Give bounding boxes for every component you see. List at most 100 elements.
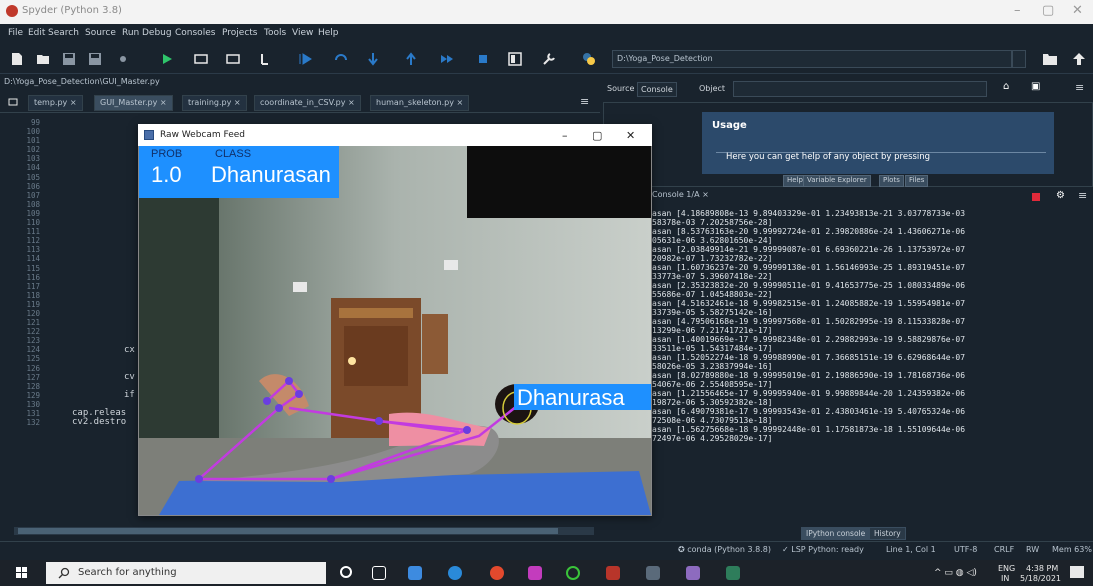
editor-tab-bar: temp.py × GUI_Master.py × training.py × …: [0, 91, 600, 113]
continue-icon[interactable]: [440, 52, 454, 66]
line-number: 130: [26, 399, 40, 409]
home-icon[interactable]: ⌂: [1003, 81, 1009, 92]
python-path-icon[interactable]: [582, 52, 596, 66]
window-title: Spyder (Python 3.8): [22, 5, 122, 16]
prob-value: 1.0: [151, 162, 182, 187]
editor-horizontal-scrollbar[interactable]: [14, 527, 594, 535]
open-folder-icon[interactable]: [36, 52, 50, 66]
line-number: 114: [26, 254, 40, 264]
task-view-icon[interactable]: [372, 566, 386, 580]
tab-coordinate-csv[interactable]: coordinate_in_CSV.py ×: [254, 95, 361, 111]
code-line: cv: [124, 371, 135, 382]
tray-time[interactable]: 4:38 PM: [1026, 564, 1058, 573]
minimize-button[interactable]: –: [1014, 3, 1021, 18]
save-icon[interactable]: [62, 52, 76, 66]
console-tab[interactable]: Console 1/A ×: [652, 190, 709, 199]
run-selection-icon[interactable]: [258, 52, 272, 66]
tab-temp[interactable]: temp.py ×: [28, 95, 83, 111]
wrench-icon[interactable]: [542, 52, 556, 66]
maximize-button[interactable]: ▢: [1042, 3, 1054, 18]
chrome-icon[interactable]: [490, 566, 504, 580]
menu-consoles[interactable]: Consoles: [175, 28, 215, 38]
console-line: asan [2.03849914e-21 9.99999087e-01 6.69…: [652, 245, 966, 254]
preferences-icon[interactable]: [116, 52, 130, 66]
menu-source[interactable]: Source: [85, 28, 116, 38]
working-directory-dropdown[interactable]: [1012, 50, 1026, 68]
menu-edit[interactable]: Edit: [28, 28, 45, 38]
tab-variable-explorer[interactable]: Variable Explorer: [803, 175, 871, 187]
interrupt-kernel-icon[interactable]: [1032, 193, 1040, 201]
run-icon[interactable]: [160, 52, 174, 66]
cursor-position: Line 1, Col 1: [886, 545, 936, 554]
new-file-icon[interactable]: [10, 52, 24, 66]
console-menu-icon[interactable]: ≡: [1078, 189, 1087, 202]
line-number: 118: [26, 290, 40, 300]
app-icon-1[interactable]: [528, 566, 542, 580]
step-into-icon[interactable]: [366, 52, 380, 66]
menu-tools[interactable]: Tools: [264, 28, 286, 38]
menu-view[interactable]: View: [292, 28, 313, 38]
webcam-feed: PROB CLASS 1.0 Dhanurasan Dhanurasa: [139, 146, 651, 515]
editor-options-icon[interactable]: ≡: [580, 95, 589, 108]
line-number: 110: [26, 218, 40, 228]
parent-directory-icon[interactable]: [1072, 52, 1086, 66]
tray-language[interactable]: ENG: [998, 564, 1015, 573]
webcam-close-button[interactable]: ✕: [626, 129, 635, 142]
menu-debug[interactable]: Debug: [142, 28, 172, 38]
code-line: if: [124, 390, 135, 400]
tab-history[interactable]: History: [869, 527, 906, 540]
conda-status: ✪ conda (Python 3.8.8): [678, 545, 772, 554]
webcam-maximize-button[interactable]: ▢: [592, 129, 602, 142]
code-line: cv2.destro: [72, 417, 127, 428]
browse-folder-icon[interactable]: [1042, 52, 1058, 66]
help-options-icon[interactable]: ≡: [1075, 81, 1084, 94]
working-directory-input[interactable]: D:\Yoga_Pose_Detection: [612, 50, 1012, 68]
console-line: asan [4.51632461e-18 9.99982515e-01 1.24…: [652, 299, 966, 308]
menu-projects[interactable]: Projects: [222, 28, 257, 38]
line-number: 101: [26, 136, 40, 146]
conda-status-text: conda (Python 3.8.8): [687, 545, 772, 554]
tab-gui-master-label: GUI_Master.py: [100, 98, 158, 107]
menu-run[interactable]: Run: [122, 28, 139, 38]
tab-plots[interactable]: Plots: [879, 175, 904, 187]
taskbar-search[interactable]: Search for anything: [46, 562, 326, 584]
notification-icon[interactable]: [1070, 566, 1084, 578]
app-icon-5[interactable]: [726, 566, 740, 580]
object-input[interactable]: [733, 81, 987, 97]
tray-icons[interactable]: ^ ▭ ◍ ◁): [934, 568, 977, 578]
app-icon-2[interactable]: [566, 566, 580, 580]
spyder-taskbar-icon[interactable]: [606, 566, 620, 580]
tab-human-skeleton[interactable]: human_skeleton.py ×: [370, 95, 470, 111]
step-icon[interactable]: [334, 52, 348, 66]
tray-date[interactable]: 5/18/2021: [1020, 574, 1061, 583]
step-return-icon[interactable]: [404, 52, 418, 66]
lock-icon[interactable]: ▣: [1031, 81, 1040, 92]
run-cell-icon[interactable]: [194, 52, 208, 66]
tab-files[interactable]: Files: [905, 175, 929, 187]
menu-file[interactable]: File: [8, 28, 23, 38]
app-icon-4[interactable]: [686, 566, 700, 580]
menu-search[interactable]: Search: [48, 28, 79, 38]
debug-icon[interactable]: [298, 52, 312, 66]
run-cell-advance-icon[interactable]: [226, 52, 240, 66]
windows-start-icon[interactable]: [16, 567, 28, 579]
webcam-minimize-button[interactable]: –: [562, 129, 568, 142]
tab-training[interactable]: training.py ×: [182, 95, 247, 111]
browse-tabs-icon[interactable]: [8, 97, 18, 107]
object-label: Object: [699, 84, 726, 93]
maximize-pane-icon[interactable]: [508, 52, 522, 66]
menu-help[interactable]: Help: [318, 28, 339, 38]
app-icon-3[interactable]: [646, 566, 660, 580]
edge-icon[interactable]: [448, 566, 462, 580]
code-line: cx: [124, 344, 135, 355]
tray-region[interactable]: IN: [1001, 574, 1009, 583]
file-explorer-icon[interactable]: [408, 566, 422, 580]
close-button[interactable]: ✕: [1072, 3, 1083, 18]
tab-gui-master[interactable]: GUI_Master.py ×: [94, 95, 173, 111]
stop-debug-icon[interactable]: [476, 52, 490, 66]
tab-ipython-console[interactable]: IPython console: [801, 527, 871, 540]
source-select[interactable]: Console: [637, 82, 677, 97]
save-all-icon[interactable]: [88, 52, 102, 66]
console-options-icon[interactable]: ⚙: [1056, 190, 1065, 201]
cortana-icon[interactable]: [340, 566, 352, 578]
